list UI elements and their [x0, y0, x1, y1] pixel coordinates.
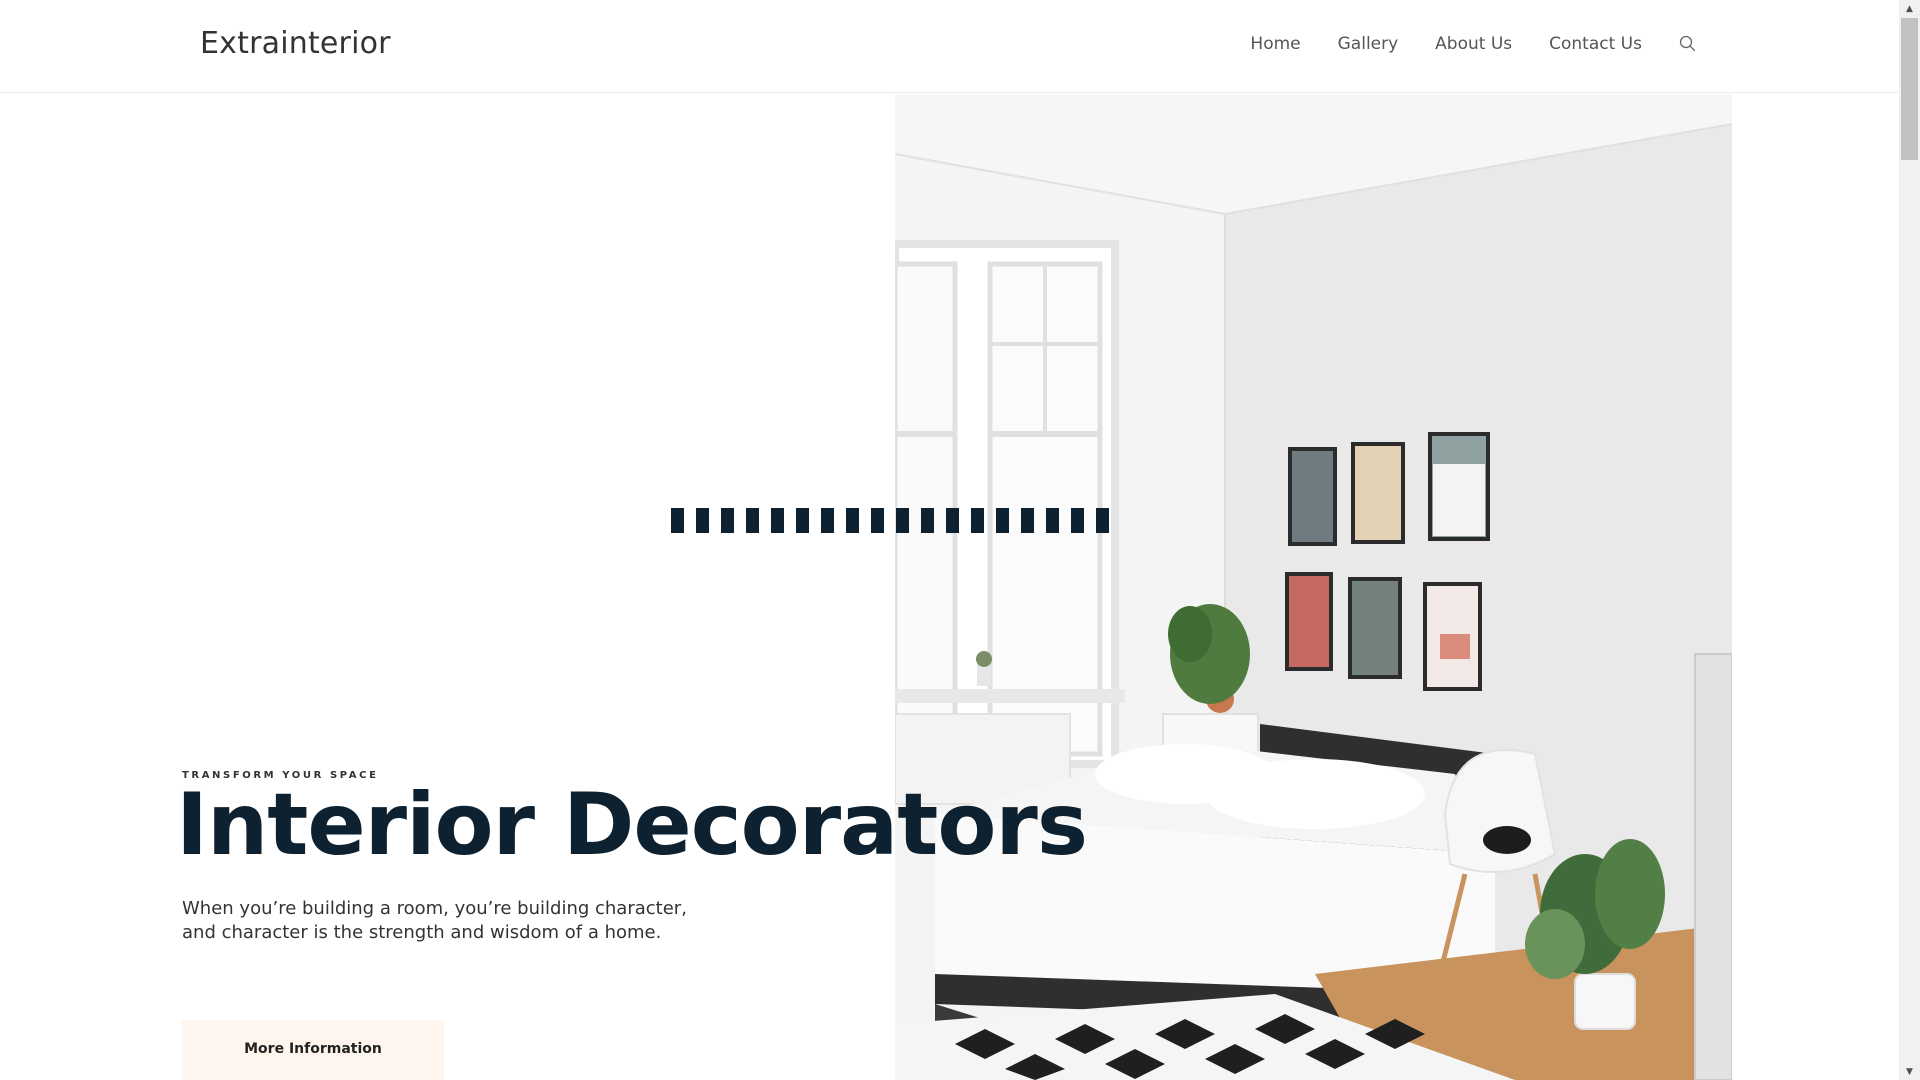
- bedroom-photo: [895, 94, 1732, 1080]
- dash-segment: [1096, 508, 1109, 533]
- dash-segment: [746, 508, 759, 533]
- nav-home[interactable]: Home: [1250, 34, 1300, 54]
- dash-segment: [696, 508, 709, 533]
- decorative-dash-bar: [671, 508, 1109, 533]
- nav-contact-us[interactable]: Contact Us: [1549, 34, 1642, 54]
- dash-segment: [721, 508, 734, 533]
- dash-segment: [1046, 508, 1059, 533]
- site-header: Extrainterior Home Gallery About Us Cont…: [0, 0, 1899, 93]
- dash-segment: [871, 508, 884, 533]
- search-icon[interactable]: [1678, 34, 1698, 54]
- dash-segment: [796, 508, 809, 533]
- dash-segment: [1021, 508, 1034, 533]
- scroll-down-arrow-icon[interactable]: ▼: [1899, 1063, 1920, 1080]
- dash-segment: [946, 508, 959, 533]
- scroll-thumb[interactable]: [1901, 18, 1918, 160]
- dash-segment: [921, 508, 934, 533]
- hero-title: Interior Decorators: [176, 775, 1088, 875]
- nav-about-us[interactable]: About Us: [1435, 34, 1512, 54]
- site-logo[interactable]: Extrainterior: [200, 26, 391, 61]
- scroll-up-arrow-icon[interactable]: ▲: [1899, 0, 1920, 17]
- dash-segment: [1071, 508, 1084, 533]
- nav-gallery[interactable]: Gallery: [1338, 34, 1399, 54]
- dash-segment: [996, 508, 1009, 533]
- hero-description: When you’re building a room, you’re buil…: [182, 898, 687, 943]
- dash-segment: [971, 508, 984, 533]
- more-information-button[interactable]: More Information: [182, 1020, 444, 1080]
- dash-segment: [821, 508, 834, 533]
- dash-segment: [846, 508, 859, 533]
- page-scrollbar[interactable]: ▲ ▼: [1899, 0, 1920, 1080]
- dash-segment: [671, 508, 684, 533]
- dash-segment: [896, 508, 909, 533]
- dash-segment: [771, 508, 784, 533]
- main-nav: Home Gallery About Us Contact Us: [1213, 34, 1698, 54]
